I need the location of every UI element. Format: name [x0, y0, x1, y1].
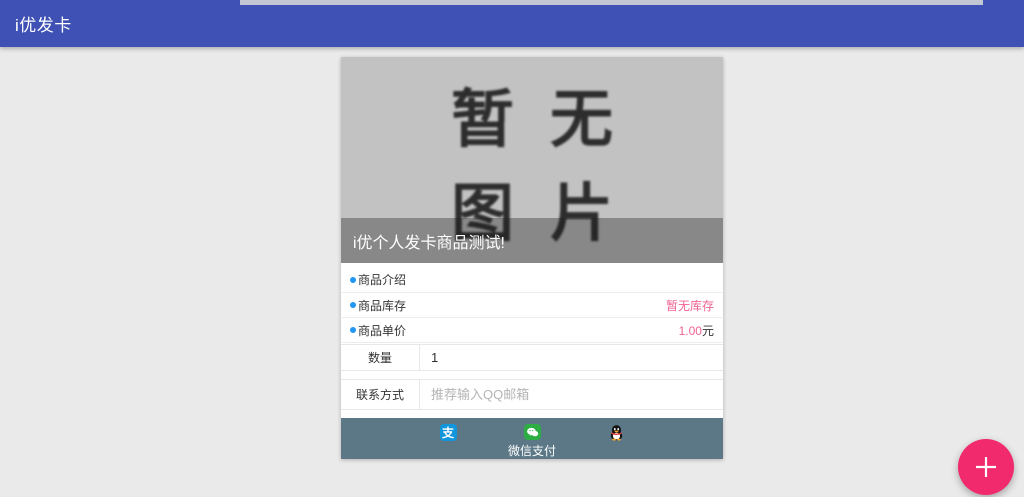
bullet-icon — [350, 302, 356, 308]
pay-method-qq[interactable] — [574, 418, 658, 459]
bullet-icon — [350, 327, 356, 333]
detail-label: 商品介绍 — [358, 271, 406, 288]
product-title: i优个人发卡商品测试! — [353, 229, 505, 253]
pay-method-wechat[interactable]: 微信支付 — [490, 418, 574, 459]
wechat-pay-label: 微信支付 — [508, 442, 556, 459]
top-progress-strip — [240, 0, 983, 5]
detail-row-intro: 商品介绍 — [342, 263, 722, 293]
stock-status: 暂无库存 — [666, 297, 714, 314]
detail-label: 商品单价 — [358, 322, 406, 339]
price-unit: 元 — [702, 324, 714, 338]
price-value: 1.00 — [679, 324, 702, 338]
product-title-band: i优个人发卡商品测试! — [341, 218, 723, 263]
brand-title[interactable]: i优发卡 — [15, 11, 72, 36]
product-image: 暂无 图片 i优个人发卡商品测试! — [341, 57, 723, 263]
qq-icon — [608, 424, 625, 441]
payment-bar: 支 微信支付 — [341, 418, 723, 459]
quantity-label: 数量 — [341, 345, 420, 370]
detail-row-stock: 商品库存 暂无库存 — [342, 293, 722, 318]
detail-row-price: 商品单价 1.00元 — [342, 318, 722, 343]
product-card: 暂无 图片 i优个人发卡商品测试! 商品介绍 商品库存 暂无库存 商品单价 1.… — [341, 57, 723, 459]
add-fab-button[interactable] — [958, 439, 1014, 495]
contact-input[interactable] — [420, 380, 723, 409]
detail-label: 商品库存 — [358, 297, 406, 314]
no-image-line1: 暂无 — [415, 88, 649, 152]
quantity-row: 数量 — [341, 344, 723, 371]
app-bar: i优发卡 — [0, 0, 1024, 47]
plus-icon — [973, 454, 999, 480]
quantity-input[interactable] — [420, 345, 723, 370]
wechat-pay-icon — [524, 424, 541, 440]
pay-method-alipay[interactable]: 支 — [406, 418, 490, 459]
alipay-icon: 支 — [440, 424, 457, 441]
contact-row: 联系方式 — [341, 379, 723, 410]
contact-label: 联系方式 — [341, 380, 420, 409]
bullet-icon — [350, 277, 356, 283]
